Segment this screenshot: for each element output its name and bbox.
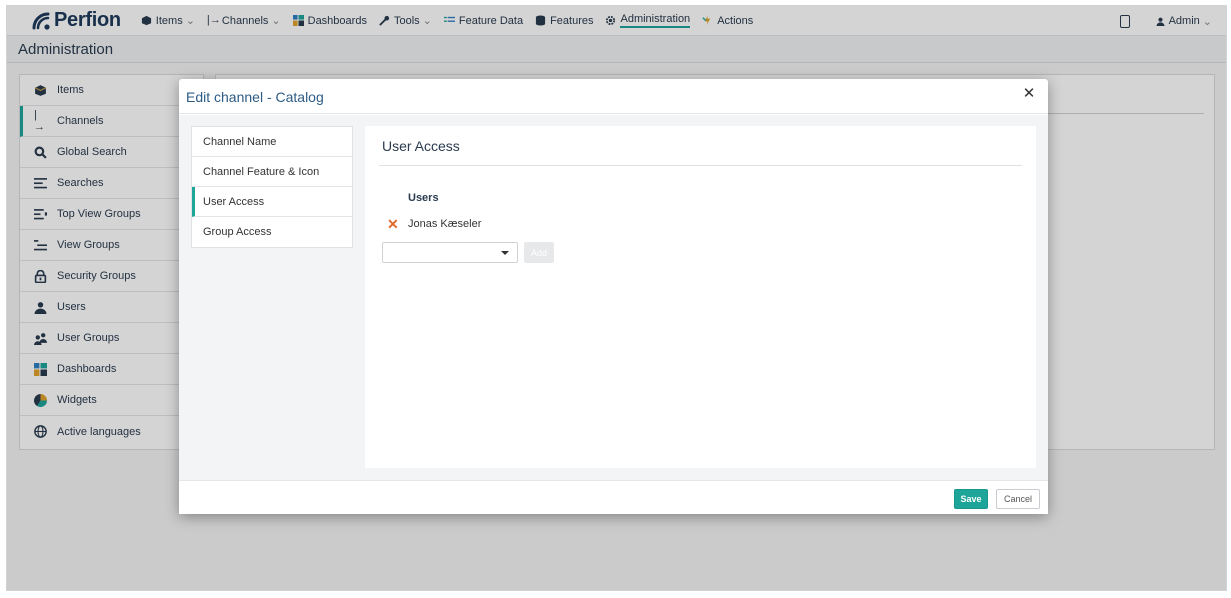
dialog-header: Edit channel - Catalog ✕ (179, 79, 1048, 114)
user-row: ✕ Jonas Kæseler (387, 217, 482, 231)
tab-user-access[interactable]: User Access (192, 187, 352, 217)
dialog-title: Edit channel - Catalog (186, 89, 324, 105)
add-user-button[interactable]: Add (524, 242, 554, 263)
tab-channel-name[interactable]: Channel Name (192, 127, 352, 157)
panel-divider (379, 165, 1022, 166)
save-button[interactable]: Save (954, 489, 988, 509)
panel-title: User Access (382, 138, 460, 154)
users-heading: Users (408, 192, 439, 204)
edit-channel-dialog: Edit channel - Catalog ✕ Channel Name Ch… (179, 79, 1048, 514)
dialog-footer: Save Cancel (179, 480, 1048, 514)
chevron-down-icon (501, 251, 509, 255)
user-access-panel: User Access Users ✕ Jonas Kæseler Add (365, 126, 1036, 468)
close-icon[interactable]: ✕ (1022, 86, 1036, 101)
dialog-tabs: Channel Name Channel Feature & Icon User… (191, 126, 353, 248)
user-select[interactable] (382, 242, 518, 263)
user-name: Jonas Kæseler (408, 218, 482, 230)
tab-group-access[interactable]: Group Access (192, 217, 352, 247)
remove-user-icon[interactable]: ✕ (387, 217, 399, 231)
cancel-button[interactable]: Cancel (996, 489, 1040, 509)
tab-channel-feature-icon[interactable]: Channel Feature & Icon (192, 157, 352, 187)
dialog-body: Channel Name Channel Feature & Icon User… (179, 115, 1048, 480)
